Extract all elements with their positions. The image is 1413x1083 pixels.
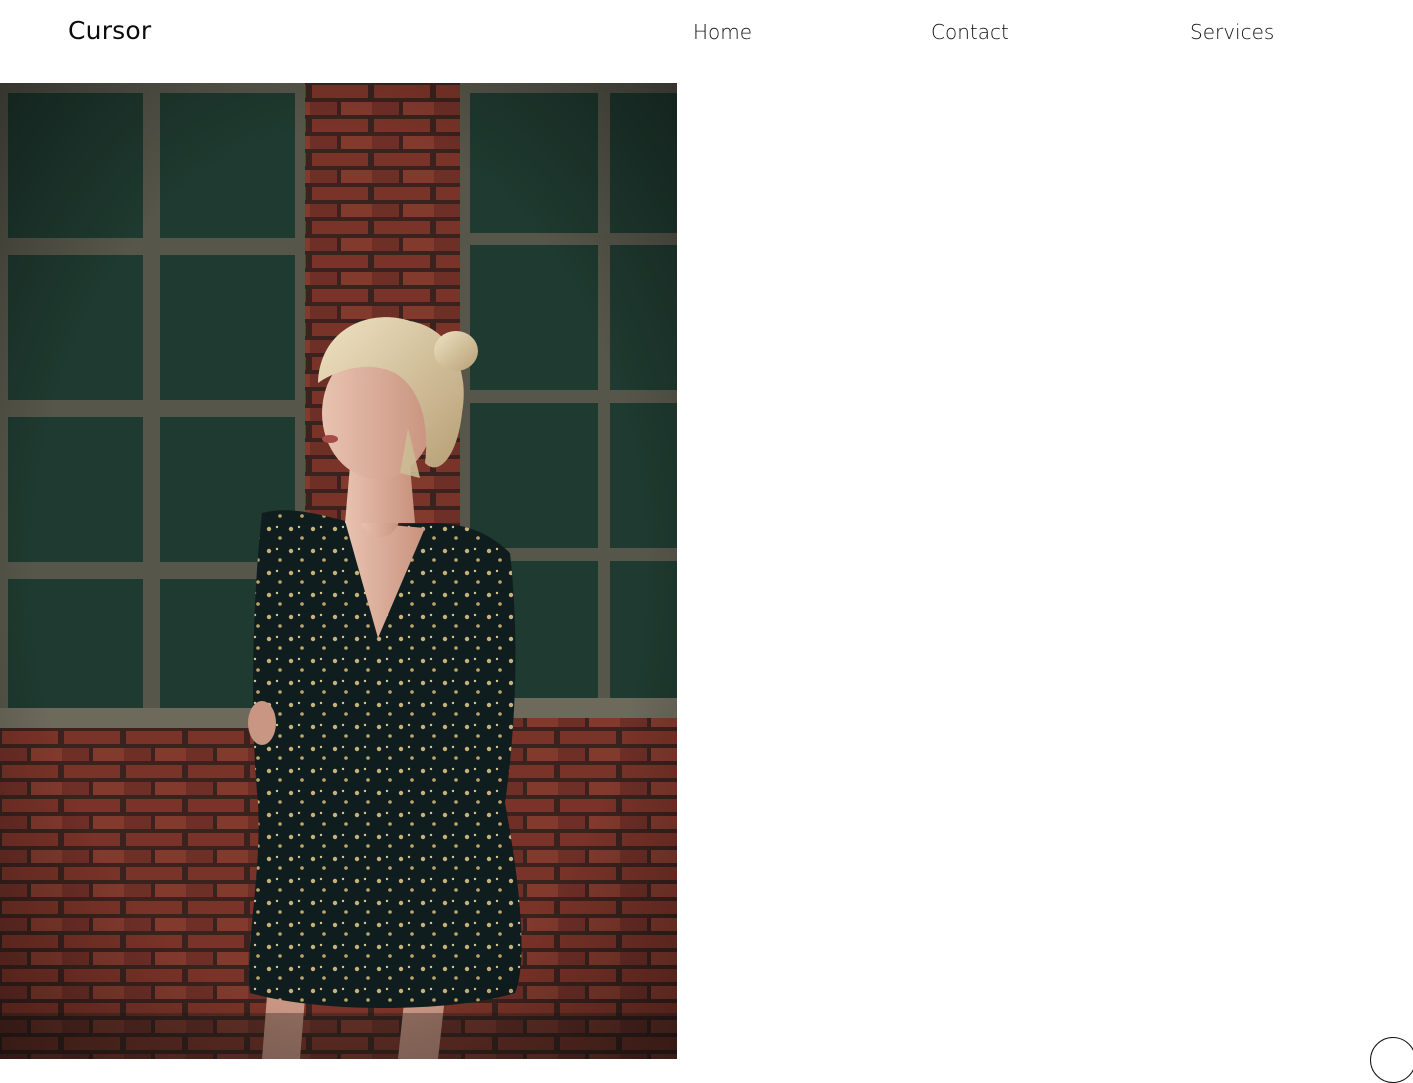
site-header: Cursor Home Contact Services — [0, 0, 1413, 83]
hero-photo-illustration — [0, 83, 677, 1059]
nav-contact-link[interactable]: Contact — [931, 18, 1009, 46]
hero-photo — [0, 83, 677, 1059]
brand-logo[interactable]: Cursor — [68, 14, 151, 48]
nav-services-link[interactable]: Services — [1190, 18, 1274, 46]
custom-cursor-ring — [1370, 1037, 1413, 1083]
nav-home-link[interactable]: Home — [693, 18, 752, 46]
